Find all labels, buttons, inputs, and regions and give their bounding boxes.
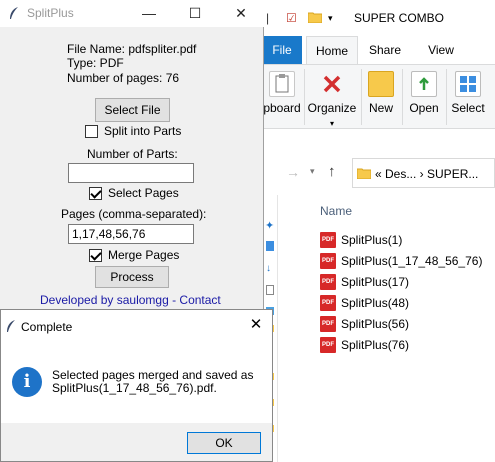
ribbon: pboard Organize ▾ New Open Select: [262, 64, 495, 129]
explorer-title: SUPER COMBO: [354, 11, 445, 25]
ribbon-tabs: File Home Share View: [262, 36, 495, 64]
explorer-titlebar: | ☑ ▾ SUPER COMBO: [262, 0, 495, 35]
dialog-message: Selected pages merged and saved as Split…: [52, 369, 253, 395]
documents-icon[interactable]: [266, 285, 274, 295]
new-button[interactable]: New: [364, 69, 398, 127]
tab-home[interactable]: Home: [306, 36, 358, 64]
select-file-button[interactable]: Select File: [95, 98, 170, 122]
number-of-parts-input[interactable]: [68, 163, 194, 183]
open-button[interactable]: Open: [407, 69, 441, 127]
ribbon-separator: [361, 69, 362, 125]
pdf-file-icon: PDF: [320, 231, 336, 248]
file-name: SplitPlus(1): [341, 232, 403, 247]
select-pages-checkbox[interactable]: Select Pages: [89, 186, 179, 200]
select-label: Select: [451, 101, 485, 115]
forward-arrow-icon[interactable]: →: [286, 164, 300, 180]
up-arrow-icon[interactable]: ↑: [328, 163, 336, 180]
minimize-icon[interactable]: —: [126, 0, 172, 27]
quick-access-separator: |: [266, 11, 270, 25]
file-explorer-window: | ☑ ▾ SUPER COMBO File Home Share View p…: [262, 0, 495, 462]
properties-check-icon[interactable]: ☑: [286, 11, 297, 25]
ribbon-separator: [402, 69, 403, 125]
open-icon: [411, 71, 437, 97]
tab-file[interactable]: File: [262, 36, 302, 64]
file-type-label: Type: PDF: [67, 56, 124, 70]
quick-access-pin-icon[interactable]: ✦: [265, 219, 274, 232]
pdf-file-icon: PDF: [320, 315, 336, 332]
feather-icon: [5, 319, 17, 336]
select-grid-icon: [455, 71, 481, 97]
open-label: Open: [409, 101, 439, 115]
new-label: New: [368, 101, 393, 115]
feather-icon: [8, 6, 20, 23]
list-item[interactable]: PDF SplitPlus(56): [320, 313, 482, 334]
file-list: PDF SplitPlus(1) PDF SplitPlus(1_17_48_56_…: [320, 229, 482, 355]
list-item[interactable]: PDF SplitPlus(76): [320, 334, 482, 355]
dialog-title: Complete: [21, 320, 73, 334]
ok-button[interactable]: OK: [187, 432, 261, 454]
file-name-label: File Name: pdfspliter.pdf: [67, 42, 197, 56]
select-pages-box[interactable]: [89, 186, 102, 200]
split-into-parts-label: Split into Parts: [104, 124, 182, 138]
number-of-parts-label: Number of Parts:: [87, 147, 178, 161]
recent-locations-icon[interactable]: ▾: [310, 166, 315, 177]
file-name: SplitPlus(76): [341, 337, 410, 352]
tab-view[interactable]: View: [419, 36, 463, 64]
tab-share[interactable]: Share: [362, 36, 408, 64]
address-path: « Des... › SUPER...: [375, 167, 479, 181]
ribbon-separator: [446, 69, 447, 125]
window-title: SplitPlus: [27, 6, 74, 20]
organize-label: Organize: [307, 101, 357, 115]
maximize-icon[interactable]: ☐: [172, 0, 218, 27]
address-bar[interactable]: « Des... › SUPER...: [352, 158, 495, 188]
merge-pages-box[interactable]: [89, 248, 102, 262]
clipboard-button[interactable]: pboard: [262, 69, 302, 127]
list-item[interactable]: PDF SplitPlus(1): [320, 229, 482, 250]
new-folder-icon: [368, 71, 394, 97]
downloads-icon[interactable]: ↓: [266, 263, 271, 274]
select-button[interactable]: Select: [450, 69, 486, 127]
ribbon-separator: [304, 69, 305, 125]
dialog-footer: OK: [1, 423, 272, 461]
customize-quick-access-icon[interactable]: ▾: [328, 13, 333, 24]
organize-button[interactable]: Organize ▾: [306, 69, 358, 128]
merge-pages-checkbox[interactable]: Merge Pages: [89, 248, 179, 262]
dialog-titlebar[interactable]: Complete ✕: [1, 310, 272, 342]
clipboard-label: pboard: [263, 101, 301, 115]
list-item[interactable]: PDF SplitPlus(1_17_48_56_76): [320, 250, 482, 271]
close-icon[interactable]: ✕: [218, 0, 264, 27]
file-name: SplitPlus(48): [341, 295, 410, 310]
process-button[interactable]: Process: [95, 266, 169, 288]
pdf-file-icon: PDF: [320, 294, 336, 311]
list-item[interactable]: PDF SplitPlus(48): [320, 292, 482, 313]
split-into-parts-box[interactable]: [85, 124, 98, 138]
dialog-message-line: SplitPlus(1_17_48_56_76).pdf.: [52, 381, 217, 395]
clipboard-icon: [269, 71, 295, 97]
page-count-label: Number of pages: 76: [67, 71, 180, 85]
file-name: SplitPlus(1_17_48_56_76): [341, 253, 483, 268]
developer-contact-link[interactable]: Developed by saulomgg - Contact: [40, 293, 221, 307]
select-pages-label: Select Pages: [108, 186, 179, 200]
column-header-name[interactable]: Name: [320, 204, 352, 218]
address-folder-icon: [357, 168, 371, 179]
splitplus-window: SplitPlus — ☐ ✕ File Name: pdfspliter.pd…: [0, 0, 264, 325]
file-name: SplitPlus(56): [341, 316, 410, 331]
info-icon: i: [12, 367, 42, 397]
delete-icon: [319, 71, 345, 97]
merge-pages-label: Merge Pages: [108, 248, 180, 262]
pdf-file-icon: PDF: [320, 273, 336, 290]
pdf-file-icon: PDF: [320, 336, 336, 353]
file-name: SplitPlus(17): [341, 274, 410, 289]
complete-dialog: Complete ✕ i Selected pages merged and s…: [0, 309, 273, 462]
list-item[interactable]: PDF SplitPlus(17): [320, 271, 482, 292]
split-into-parts-checkbox[interactable]: Split into Parts: [85, 124, 181, 138]
close-icon[interactable]: ✕: [244, 314, 268, 338]
splitplus-titlebar[interactable]: SplitPlus — ☐ ✕: [0, 0, 264, 27]
pages-label: Pages (comma-separated):: [61, 207, 207, 221]
pages-input[interactable]: 1,17,48,56,76: [68, 224, 194, 244]
desktop-icon[interactable]: [266, 241, 274, 251]
folder-icon: [307, 11, 323, 26]
navigation-bar: → ▾ ↑ « Des... › SUPER...: [262, 158, 495, 188]
pdf-file-icon: PDF: [320, 252, 336, 269]
